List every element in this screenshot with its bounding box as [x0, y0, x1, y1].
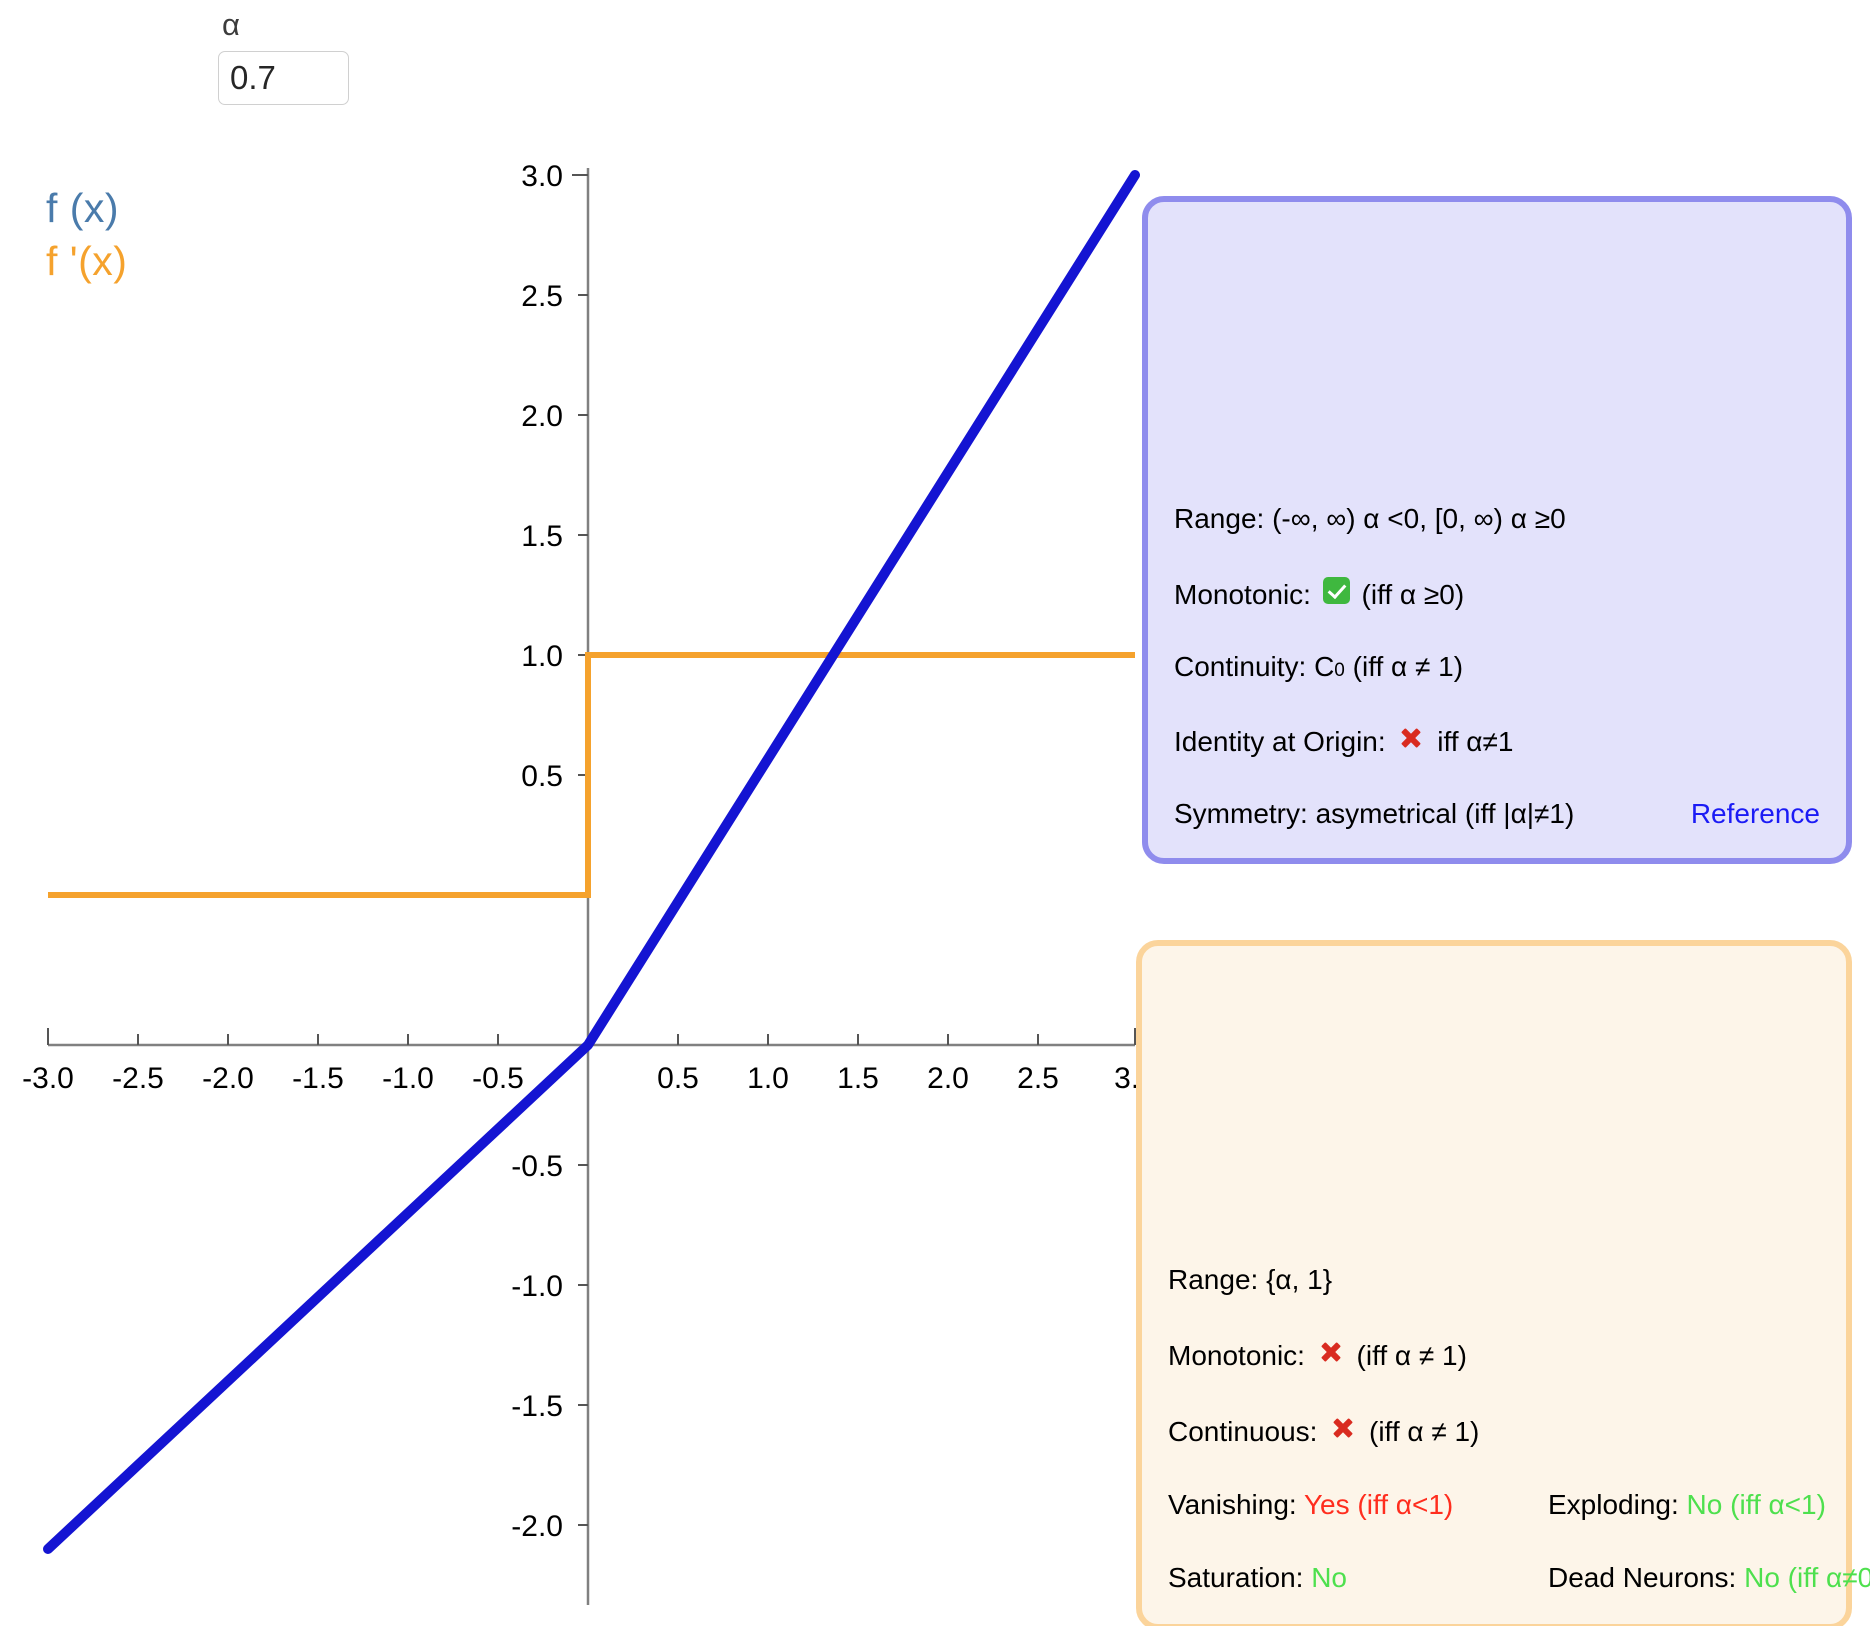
vanishing-key: Vanishing:	[1168, 1489, 1304, 1520]
derivative-monotonic-note: (iff α ≠ 1)	[1348, 1340, 1467, 1371]
derivative-continuous-note: (iff α ≠ 1)	[1361, 1416, 1480, 1447]
derivative-range-value: {α, 1}	[1266, 1264, 1333, 1295]
x-tick-label: -2.5	[112, 1062, 164, 1095]
y-tick-label: 1.5	[521, 520, 563, 553]
exploding-key: Exploding:	[1548, 1489, 1687, 1520]
derivative-neuron-row: Saturation: No Dead Neurons: No (iff α≠0…	[1168, 1564, 1870, 1592]
y-tick-label: -2.0	[511, 1510, 563, 1543]
x-tick-label: 0.5	[657, 1062, 699, 1095]
derivative-range-row: Range: {α, 1}	[1168, 1266, 1820, 1294]
function-range-value: (-∞, ∞) α <0, [0, ∞) α ≥0	[1272, 503, 1566, 534]
dead-neurons-key: Dead Neurons:	[1548, 1562, 1745, 1593]
function-symmetry-key: Symmetry:	[1174, 798, 1316, 829]
alpha-parameter-control: α	[218, 8, 448, 105]
plot-canvas: 3.0 2.5 2.0 1.5 1.0 0.5 -0.5 -1.0 -1.5 -…	[22, 160, 1156, 1605]
check-icon	[1322, 577, 1350, 604]
saturation-key: Saturation:	[1168, 1562, 1312, 1593]
x-tick-label: -2.0	[202, 1062, 254, 1095]
dead-neurons-value: No (iff α≠0)	[1744, 1562, 1870, 1593]
function-identity-row: Identity at Origin: iff α≠1	[1174, 725, 1820, 756]
alpha-input[interactable]	[218, 51, 349, 105]
activation-function-explorer: α f (x) f '(x)	[0, 0, 1870, 1626]
function-range-row: Range: (-∞, ∞) α <0, [0, ∞) α ≥0	[1174, 505, 1820, 533]
function-identity-key: Identity at Origin:	[1174, 726, 1394, 757]
dead-neurons-cell: Dead Neurons: No (iff α≠0)	[1548, 1564, 1870, 1592]
derivative-properties-panel: Range: {α, 1} Monotonic: (iff α ≠ 1) Con…	[1136, 940, 1870, 1626]
derivative-curve	[48, 652, 1135, 898]
function-monotonic-key: Monotonic:	[1174, 579, 1319, 610]
x-tick-label: -3.0	[22, 1062, 74, 1095]
function-continuity-key: Continuity: C	[1174, 651, 1335, 682]
y-tick-label: 2.0	[521, 400, 563, 433]
y-tick-label: 0.5	[521, 760, 563, 793]
y-axis-tick-labels: 3.0 2.5 2.0 1.5 1.0 0.5 -0.5 -1.0 -1.5 -…	[511, 160, 563, 1543]
derivative-continuous-row: Continuous: (iff α ≠ 1)	[1168, 1415, 1820, 1446]
derivative-continuous-key: Continuous:	[1168, 1416, 1326, 1447]
x-tick-label: -1.5	[292, 1062, 344, 1095]
derivative-gradient-row: Vanishing: Yes (iff α<1) Exploding: No (…	[1168, 1491, 1826, 1519]
function-symmetry-value: asymetrical (iff |α|≠1)	[1315, 798, 1575, 829]
derivative-monotonic-row: Monotonic: (iff α ≠ 1)	[1168, 1339, 1820, 1370]
x-tick-label: -0.5	[472, 1062, 524, 1095]
activation-plot: 3.0 2.5 2.0 1.5 1.0 0.5 -0.5 -1.0 -1.5 -…	[0, 150, 1180, 1620]
derivative-monotonic-key: Monotonic:	[1168, 1340, 1313, 1371]
function-properties-panel: Range: (-∞, ∞) α <0, [0, ∞) α ≥0 Monoton…	[1142, 196, 1852, 864]
function-monotonic-note: (iff α ≥0)	[1353, 579, 1465, 610]
cross-icon	[1330, 1415, 1356, 1441]
y-tick-label: -1.0	[511, 1270, 563, 1303]
saturation-value: No	[1311, 1562, 1347, 1593]
x-tick-label: 1.5	[837, 1062, 879, 1095]
y-tick-label: -1.5	[511, 1390, 563, 1423]
derivative-range-key: Range:	[1168, 1264, 1267, 1295]
exploding-value: No (iff α<1)	[1686, 1489, 1826, 1520]
exploding-cell: Exploding: No (iff α<1)	[1548, 1491, 1826, 1519]
saturation-cell: Saturation: No	[1168, 1564, 1548, 1592]
y-tick-label: 1.0	[521, 640, 563, 673]
vanishing-value: Yes (iff α<1)	[1303, 1489, 1454, 1520]
function-symmetry-row: Symmetry: asymetrical (iff |α|≠1) Refere…	[1174, 800, 1820, 828]
y-tick-label: -0.5	[511, 1150, 563, 1183]
x-tick-label: 2.0	[927, 1062, 969, 1095]
reference-link[interactable]: Reference	[1691, 800, 1820, 828]
x-tick-label: 1.0	[747, 1062, 789, 1095]
x-tick-label: -1.0	[382, 1062, 434, 1095]
function-continuity-note: (iff α ≠ 1)	[1344, 651, 1464, 682]
cross-icon	[1398, 725, 1424, 751]
function-monotonic-row: Monotonic: (iff α ≥0)	[1174, 577, 1820, 609]
y-tick-label: 3.0	[521, 160, 563, 193]
vanishing-cell: Vanishing: Yes (iff α<1)	[1168, 1491, 1548, 1519]
x-tick-label: 2.5	[1017, 1062, 1059, 1095]
function-continuity-row: Continuity: C 0 (iff α ≠ 1)	[1174, 653, 1820, 681]
alpha-label: α	[222, 7, 241, 42]
function-identity-note: iff α≠1	[1429, 726, 1514, 757]
function-continuity-exponent: 0	[1334, 660, 1345, 681]
y-tick-label: 2.5	[521, 280, 563, 313]
function-range-key: Range:	[1174, 503, 1273, 534]
function-curve	[43, 170, 1140, 1554]
cross-icon	[1318, 1339, 1344, 1365]
